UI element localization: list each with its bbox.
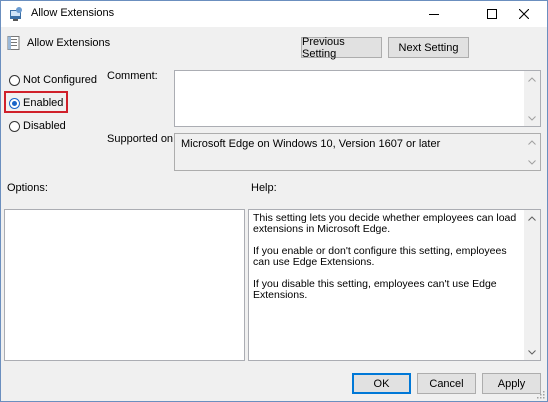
radio-label: Not Configured — [23, 74, 97, 86]
radio-label: Disabled — [23, 120, 66, 132]
minimize-button[interactable] — [411, 1, 457, 27]
scroll-down-icon[interactable] — [524, 344, 540, 360]
radio-circle-selected[interactable] — [9, 97, 20, 109]
comment-scrollbar[interactable] — [524, 71, 540, 126]
apply-button[interactable]: Apply — [482, 373, 541, 394]
close-button[interactable] — [501, 1, 547, 27]
help-text: This setting lets you decide whether emp… — [253, 213, 525, 312]
scroll-down-icon[interactable] — [524, 110, 540, 126]
policy-setting-icon — [7, 36, 20, 50]
options-label: Options: — [7, 182, 48, 194]
next-setting-button[interactable]: Next Setting — [388, 37, 469, 58]
cancel-button[interactable]: Cancel — [417, 373, 476, 394]
window-title: Allow Extensions — [31, 7, 115, 19]
supported-on-label: Supported on: — [107, 133, 177, 145]
help-label: Help: — [251, 182, 277, 194]
options-panel — [4, 209, 245, 361]
radio-enabled[interactable]: Enabled — [9, 96, 63, 110]
supported-on-value: Microsoft Edge on Windows 10, Version 16… — [181, 138, 441, 150]
radio-not-configured[interactable]: Not Configured — [9, 73, 97, 87]
help-paragraph: If you enable or don't configure this se… — [253, 245, 507, 268]
radio-disabled[interactable]: Disabled — [9, 119, 66, 133]
minimize-icon — [429, 14, 439, 15]
help-scrollbar[interactable] — [524, 210, 540, 360]
help-panel[interactable]: This setting lets you decide whether emp… — [248, 209, 541, 361]
policy-name: Allow Extensions — [27, 37, 111, 49]
scroll-up-icon[interactable] — [524, 71, 540, 87]
close-icon — [519, 9, 529, 19]
scroll-up-icon[interactable] — [524, 134, 540, 150]
comment-label: Comment: — [107, 70, 158, 82]
radio-circle[interactable] — [9, 120, 20, 132]
group-policy-icon — [10, 7, 22, 21]
ok-button[interactable]: OK — [352, 373, 411, 394]
supported-scrollbar[interactable] — [524, 134, 540, 170]
previous-setting-button[interactable]: Previous Setting — [301, 36, 382, 60]
radio-dot — [12, 100, 17, 106]
policy-dialog-window: Allow Extensions Allow Extensions Previo… — [0, 0, 548, 402]
help-paragraph: This setting lets you decide whether emp… — [253, 212, 517, 235]
title-bar[interactable]: Allow Extensions — [1, 1, 547, 27]
help-paragraph: If you disable this setting, employees c… — [253, 278, 497, 301]
radio-label: Enabled — [23, 97, 64, 109]
resize-grip-icon[interactable] — [535, 389, 545, 399]
scroll-down-icon[interactable] — [524, 154, 540, 170]
maximize-icon — [487, 9, 497, 19]
comment-textarea[interactable] — [174, 70, 541, 127]
supported-on-field: Microsoft Edge on Windows 10, Version 16… — [174, 133, 541, 171]
radio-circle[interactable] — [9, 74, 20, 86]
scroll-up-icon[interactable] — [524, 210, 540, 226]
